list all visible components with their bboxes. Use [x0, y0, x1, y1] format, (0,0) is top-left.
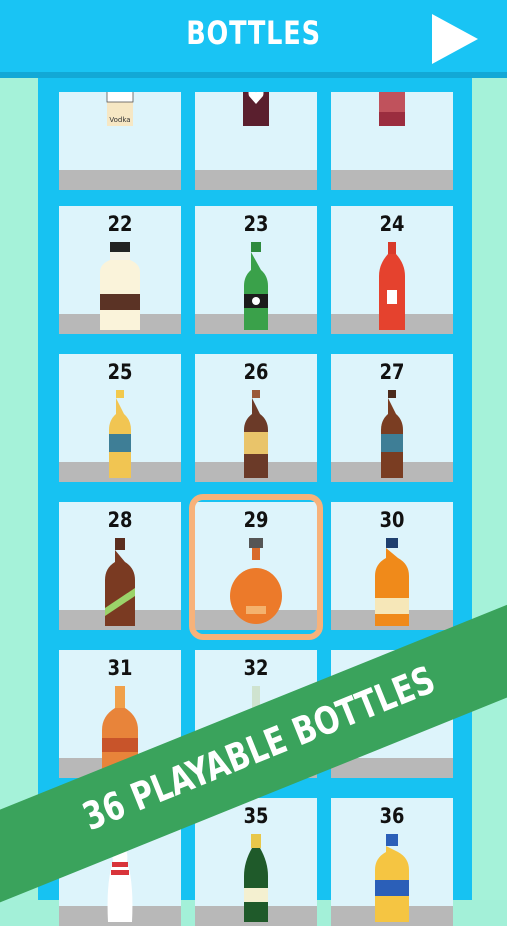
- bottle-number: 24: [379, 212, 405, 236]
- bottle-card[interactable]: 24: [331, 206, 453, 334]
- bottle-number: 23: [243, 212, 269, 236]
- bottle-card[interactable]: Vodka: [59, 92, 181, 190]
- bottle-card[interactable]: 30: [331, 502, 453, 630]
- vodka-label-text: Vodka: [109, 116, 131, 124]
- right-side-strip: [472, 78, 507, 900]
- bottle-card[interactable]: 23: [195, 206, 317, 334]
- bottle-number: 22: [107, 212, 133, 236]
- bottle-number: 31: [107, 656, 133, 680]
- bottle-number: 30: [379, 508, 405, 532]
- bottle-card[interactable]: 25: [59, 354, 181, 482]
- bottle-card[interactable]: 36: [331, 798, 453, 926]
- bottle-card[interactable]: 28: [59, 502, 181, 630]
- bottle-number: 32: [243, 656, 269, 680]
- bottle-number: 25: [107, 360, 133, 384]
- bottle-vodka-icon: [106, 92, 134, 126]
- left-side-strip: [0, 78, 38, 900]
- bottle-card[interactable]: 22: [59, 206, 181, 334]
- bottle-red-wine-icon: [379, 92, 405, 126]
- bottle-card[interactable]: 27: [331, 354, 453, 482]
- bottle-card[interactable]: [331, 92, 453, 190]
- bottle-number: 28: [107, 508, 133, 532]
- bottle-wine-heart-icon: [243, 92, 269, 126]
- bottle-card[interactable]: 26: [195, 354, 317, 482]
- bottle-card[interactable]: [195, 92, 317, 190]
- bottle-number: 26: [243, 360, 269, 384]
- header-bar: BOTTLES: [0, 0, 507, 78]
- selected-frame: [189, 494, 323, 640]
- bottle-number: 36: [379, 804, 405, 828]
- bottle-number: 27: [379, 360, 405, 384]
- play-icon[interactable]: [428, 12, 480, 66]
- bottle-card[interactable]: 35: [195, 798, 317, 926]
- page-title: BOTTLES: [186, 14, 321, 52]
